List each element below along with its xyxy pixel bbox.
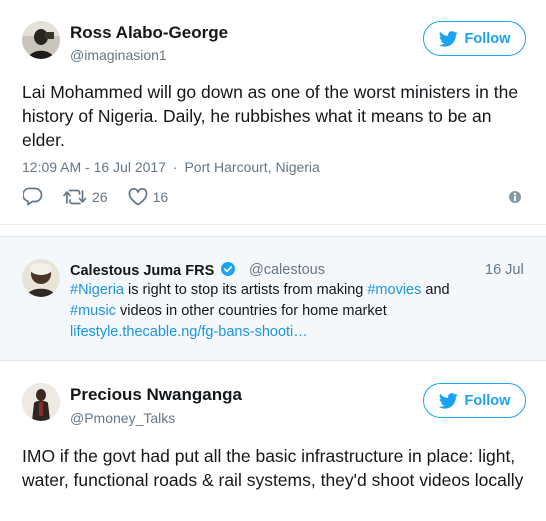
tweet-meta: 12:09 AM - 16 Jul 2017 · Port Harcourt, … xyxy=(22,159,320,175)
avatar[interactable] xyxy=(22,383,60,421)
text-fragment: is right to stop its artists from making xyxy=(124,282,368,298)
avatar[interactable] xyxy=(22,21,60,59)
tweet-actions: 26 16 xyxy=(23,187,168,206)
divider xyxy=(0,224,546,225)
quoted-tweet[interactable]: Calestous Juma FRS @calestous 16 Jul #Ni… xyxy=(0,236,546,361)
tweet-text: IMO if the govt had put all the basic in… xyxy=(22,446,524,490)
text-fragment: and xyxy=(421,282,450,298)
tweet-date[interactable]: 16 Jul xyxy=(485,262,524,278)
verified-badge-icon xyxy=(221,262,236,276)
meta-separator: · xyxy=(172,159,178,175)
quoted-text-line-3: lifestyle.thecable.ng/fg-bans-shooti… xyxy=(70,322,540,343)
retweet-icon xyxy=(63,189,87,204)
twitter-bird-icon xyxy=(438,392,458,409)
heart-icon xyxy=(128,187,147,205)
url-link[interactable]: lifestyle.thecable.ng/fg-bans-shooti… xyxy=(70,324,308,340)
twitter-bird-icon xyxy=(438,30,458,47)
author-handle[interactable]: @Pmoney_Talks xyxy=(70,410,175,426)
avatar[interactable] xyxy=(22,259,60,297)
quoted-text: #Nigeria is right to stop its artists fr… xyxy=(70,280,540,343)
retweet-button[interactable]: 26 xyxy=(63,188,108,206)
follow-button[interactable]: Follow xyxy=(423,383,526,418)
hashtag-link[interactable]: #music xyxy=(70,303,116,319)
author-name[interactable]: Calestous Juma FRS xyxy=(70,262,236,279)
follow-label: Follow xyxy=(464,392,511,409)
tweet-text: Lai Mohammed will go down as one of the … xyxy=(22,82,519,150)
reply-button[interactable] xyxy=(23,187,43,206)
reply-icon xyxy=(23,187,43,206)
author-name[interactable]: Precious Nwanganga xyxy=(70,385,242,405)
author-name-text: Calestous Juma FRS xyxy=(70,263,215,279)
author-name[interactable]: Ross Alabo-George xyxy=(70,23,228,43)
like-button[interactable]: 16 xyxy=(128,187,169,206)
info-icon[interactable] xyxy=(509,191,521,203)
text-fragment: videos in other countries for home marke… xyxy=(115,303,387,319)
quoted-text-line-1: #Nigeria is right to stop its artists fr… xyxy=(70,280,540,301)
retweet-count: 26 xyxy=(92,188,108,205)
hashtag-link[interactable]: #Nigeria xyxy=(70,282,124,298)
author-handle[interactable]: @imaginasion1 xyxy=(70,47,167,63)
quoted-text-line-2: #music videos in other countries for hom… xyxy=(70,301,540,322)
author-handle[interactable]: @calestous xyxy=(249,262,325,278)
follow-button[interactable]: Follow xyxy=(423,21,526,56)
location[interactable]: Port Harcourt, Nigeria xyxy=(184,159,319,175)
like-count: 16 xyxy=(152,188,169,205)
follow-label: Follow xyxy=(464,30,511,47)
hashtag-link[interactable]: #movies xyxy=(367,282,421,298)
timestamp[interactable]: 12:09 AM - 16 Jul 2017 xyxy=(22,159,166,175)
